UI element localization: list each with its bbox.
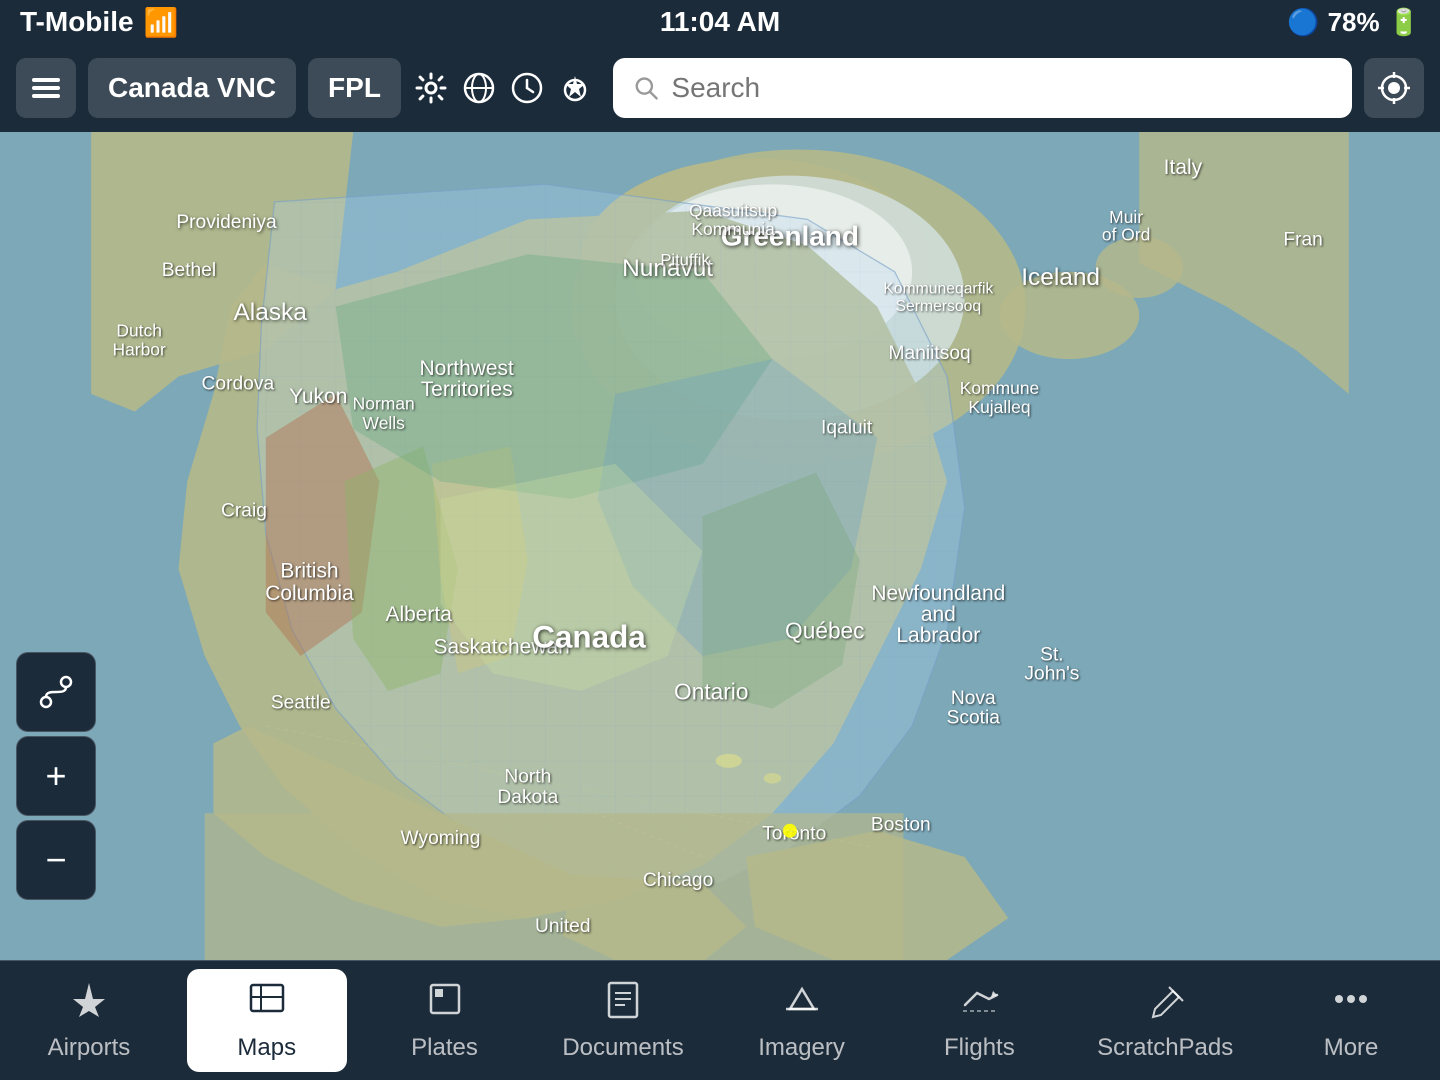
- svg-text:Cordova: Cordova: [202, 374, 275, 395]
- svg-text:Northwest: Northwest: [420, 357, 514, 380]
- svg-text:Norman: Norman: [353, 394, 415, 414]
- tab-maps[interactable]: Maps: [187, 969, 347, 1072]
- svg-text:Harbor: Harbor: [112, 340, 166, 360]
- svg-text:Boston: Boston: [871, 815, 931, 836]
- search-bar[interactable]: [613, 58, 1352, 118]
- svg-text:Iceland: Iceland: [1021, 264, 1100, 291]
- battery-label: 78%: [1328, 7, 1380, 38]
- tab-documents[interactable]: Documents: [542, 969, 703, 1072]
- top-nav: Canada VNC FPL: [0, 44, 1440, 132]
- zoom-in-button[interactable]: +: [16, 736, 96, 816]
- globe-button[interactable]: [461, 58, 497, 118]
- route-button[interactable]: [16, 652, 96, 732]
- search-input[interactable]: [671, 72, 1332, 104]
- svg-text:Iqaluit: Iqaluit: [821, 417, 873, 438]
- maps-label: Maps: [237, 1034, 296, 1062]
- svg-text:Chicago: Chicago: [643, 870, 713, 891]
- svg-text:St.: St.: [1040, 644, 1063, 665]
- svg-text:Labrador: Labrador: [896, 624, 980, 647]
- svg-text:Wyoming: Wyoming: [401, 828, 481, 849]
- settings-button[interactable]: [413, 58, 449, 118]
- maps-icon: [247, 979, 287, 1028]
- svg-text:Wells: Wells: [363, 413, 406, 433]
- search-icon: [633, 74, 659, 102]
- fpl-button[interactable]: FPL: [308, 58, 401, 118]
- svg-text:Canada: Canada: [532, 619, 646, 654]
- svg-text:John's: John's: [1024, 664, 1079, 685]
- svg-text:Alberta: Alberta: [385, 603, 452, 626]
- svg-text:Provideniya: Provideniya: [176, 212, 277, 233]
- svg-text:Nova: Nova: [951, 688, 996, 709]
- tab-flights[interactable]: Flights: [899, 969, 1059, 1072]
- svg-text:Québec: Québec: [785, 618, 864, 644]
- documents-icon: [603, 979, 643, 1028]
- flights-icon: [959, 979, 999, 1028]
- svg-text:and: and: [921, 603, 956, 626]
- svg-text:Territories: Territories: [421, 378, 513, 401]
- more-icon: [1331, 979, 1371, 1028]
- svg-text:Pituffik: Pituffik: [660, 251, 710, 270]
- imagery-icon: [782, 979, 822, 1028]
- tab-plates[interactable]: Plates: [365, 969, 525, 1072]
- zoom-in-label: +: [45, 758, 66, 794]
- battery-icon: 🔋: [1388, 7, 1420, 38]
- svg-text:Qaasuitsup: Qaasuitsup: [689, 201, 777, 221]
- svg-text:British: British: [280, 559, 338, 582]
- map-title-button[interactable]: Canada VNC: [88, 58, 296, 118]
- carrier-label: T-Mobile: [20, 6, 134, 38]
- tab-airports[interactable]: Airports: [9, 969, 169, 1072]
- svg-text:Yukon: Yukon: [289, 385, 347, 408]
- svg-text:Sermersooq: Sermersooq: [896, 298, 982, 315]
- svg-text:of Ord: of Ord: [1102, 224, 1151, 244]
- svg-text:Columbia: Columbia: [265, 582, 354, 605]
- svg-text:Alaska: Alaska: [234, 299, 308, 326]
- svg-text:Fran: Fran: [1283, 230, 1323, 251]
- airports-icon: [69, 979, 109, 1028]
- left-controls: + −: [16, 652, 96, 900]
- svg-text:Bethel: Bethel: [162, 260, 216, 281]
- map-area[interactable]: Greenland Iceland Provideniya Nunavut Qa…: [0, 132, 1440, 960]
- status-right: 🔵 78% 🔋: [1287, 7, 1420, 38]
- clock-button[interactable]: [509, 58, 545, 118]
- status-time: 11:04 AM: [660, 6, 780, 38]
- more-label: More: [1324, 1034, 1379, 1062]
- svg-text:Seattle: Seattle: [271, 692, 331, 713]
- status-left: T-Mobile 📶: [20, 6, 178, 39]
- tab-more[interactable]: More: [1271, 969, 1431, 1072]
- wifi-icon: 📶: [144, 6, 179, 39]
- svg-text:Kommuneqarfik: Kommuneqarfik: [883, 281, 993, 298]
- svg-text:Newfoundland: Newfoundland: [871, 582, 1005, 605]
- svg-text:Kommunia: Kommunia: [691, 219, 775, 239]
- scratchpads-icon: [1145, 979, 1185, 1028]
- svg-text:Kommune: Kommune: [960, 378, 1040, 398]
- svg-text:Ontario: Ontario: [674, 679, 748, 705]
- zoom-out-label: −: [45, 842, 66, 878]
- svg-text:Dutch: Dutch: [116, 320, 162, 340]
- locate-button[interactable]: [1364, 58, 1424, 118]
- svg-text:Scotia: Scotia: [947, 707, 1001, 728]
- zoom-out-button[interactable]: −: [16, 820, 96, 900]
- documents-label: Documents: [562, 1034, 683, 1062]
- svg-text:Craig: Craig: [221, 500, 267, 521]
- bottom-tab-bar: Airports Maps Plates: [0, 960, 1440, 1080]
- bluetooth-icon: 🔵: [1287, 7, 1319, 38]
- svg-text:Kujalleq: Kujalleq: [968, 397, 1030, 417]
- map-svg: Greenland Iceland Provideniya Nunavut Qa…: [0, 132, 1440, 960]
- tab-scratchpads[interactable]: ScratchPads: [1077, 969, 1253, 1072]
- flights-label: Flights: [944, 1034, 1015, 1062]
- svg-text:Italy: Italy: [1164, 156, 1203, 179]
- svg-text:Maniitsoq: Maniitsoq: [889, 343, 971, 364]
- status-bar: T-Mobile 📶 11:04 AM 🔵 78% 🔋: [0, 0, 1440, 44]
- plates-label: Plates: [411, 1034, 478, 1062]
- svg-text:United: United: [535, 916, 591, 937]
- plates-icon: [425, 979, 465, 1028]
- airports-label: Airports: [48, 1034, 131, 1062]
- favorites-button[interactable]: [557, 58, 593, 118]
- imagery-label: Imagery: [758, 1034, 845, 1062]
- svg-text:North: North: [504, 767, 551, 788]
- svg-text:Dakota: Dakota: [497, 787, 558, 808]
- scratchpads-label: ScratchPads: [1097, 1034, 1233, 1062]
- tab-imagery[interactable]: Imagery: [722, 969, 882, 1072]
- layers-button[interactable]: [16, 58, 76, 118]
